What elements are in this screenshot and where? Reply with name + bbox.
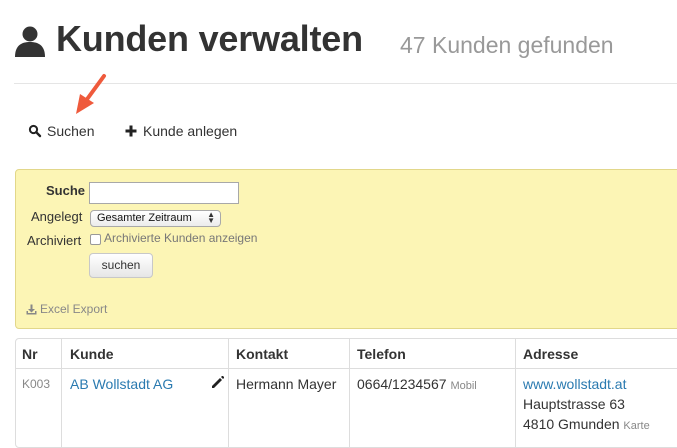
- download-icon: [26, 304, 37, 314]
- column-header-adresse[interactable]: Adresse: [523, 346, 578, 362]
- search-label: Suche: [46, 183, 86, 198]
- created-select[interactable]: Gesamter Zeitraum ▲ ▼: [90, 210, 221, 227]
- address-street: Hauptstrasse 63: [523, 396, 625, 412]
- address-city: 4810 Gmunden: [523, 416, 620, 432]
- excel-export-label: Excel Export: [40, 302, 108, 316]
- customer-link[interactable]: AB Wollstadt AG: [70, 376, 173, 392]
- map-link[interactable]: Karte: [623, 420, 649, 432]
- search-icon: [28, 124, 42, 138]
- archived-checkbox[interactable]: [90, 234, 101, 245]
- created-select-value: Gesamter Zeitraum: [97, 212, 192, 224]
- column-header-telefon[interactable]: Telefon: [357, 346, 406, 362]
- website-link[interactable]: www.wollstadt.at: [523, 376, 626, 392]
- select-arrows-icon: ▲ ▼: [207, 210, 215, 225]
- column-header-kontakt[interactable]: Kontakt: [236, 346, 288, 362]
- header-divider: [16, 368, 677, 369]
- cell-phone: 0664/1234567 Mobil: [357, 376, 477, 392]
- user-icon: [15, 26, 45, 57]
- cell-contact: Hermann Mayer: [236, 376, 337, 392]
- page-title: Kunden verwalten: [56, 18, 363, 59]
- column-divider: [228, 338, 229, 448]
- search-action-label: Suchen: [47, 123, 95, 139]
- column-divider: [515, 338, 516, 448]
- search-input[interactable]: [89, 182, 239, 204]
- phone-number: 0664/1234567: [357, 376, 447, 392]
- add-customer-label: Kunde anlegen: [143, 123, 238, 139]
- column-header-nr[interactable]: Nr: [22, 346, 38, 362]
- divider: [14, 83, 677, 84]
- excel-export-link[interactable]: Excel Export: [26, 302, 107, 316]
- search-submit-button[interactable]: suchen: [89, 253, 153, 278]
- created-label: Angelegt: [31, 209, 83, 224]
- phone-type: Mobil: [450, 380, 477, 392]
- result-count: 47 Kunden gefunden: [400, 32, 614, 58]
- cell-nr: K003: [22, 377, 51, 391]
- annotation-arrow-icon: [76, 74, 106, 114]
- column-header-kunde[interactable]: Kunde: [70, 346, 114, 362]
- add-customer-action[interactable]: Kunde anlegen: [124, 121, 237, 141]
- address-city-line: 4810 Gmunden Karte: [523, 416, 650, 432]
- column-divider: [349, 338, 350, 448]
- column-divider: [61, 338, 62, 448]
- edit-pencil-icon[interactable]: [211, 376, 224, 389]
- archived-label: Archiviert: [27, 233, 82, 248]
- plus-icon: [125, 125, 137, 137]
- search-action[interactable]: Suchen: [28, 121, 94, 141]
- archived-checkbox-label[interactable]: Archivierte Kunden anzeigen: [104, 231, 257, 245]
